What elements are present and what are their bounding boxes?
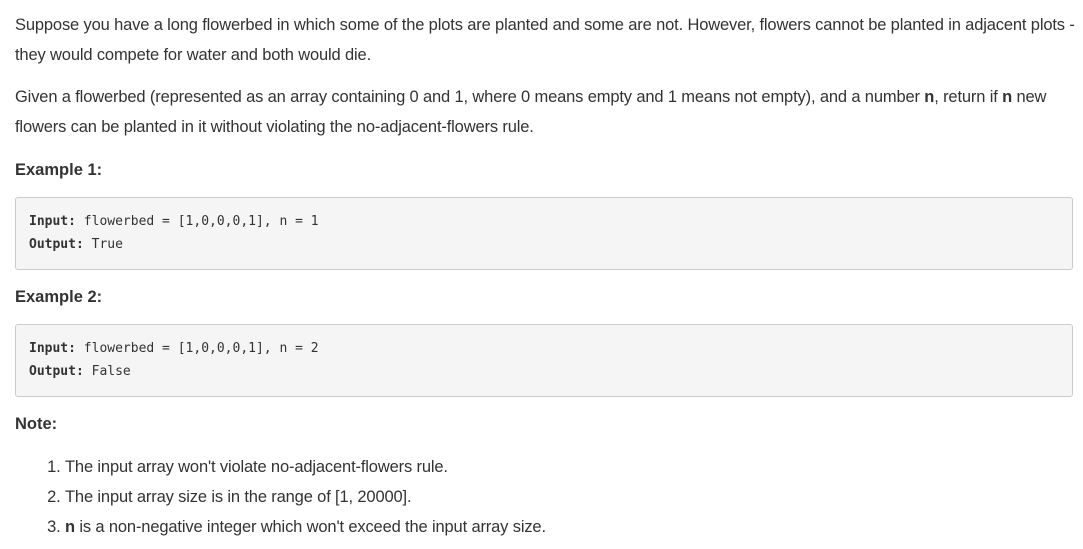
note-item: n is a non-negative integer which won't … — [65, 512, 546, 542]
example-1-input-line: Input: flowerbed = [1,0,0,0,1], n = 1 — [29, 213, 319, 231]
note-heading: Note: — [15, 415, 58, 433]
output-value: False — [83, 364, 131, 379]
note-item: The input array size is in the range of … — [65, 482, 546, 512]
output-value: True — [83, 237, 123, 252]
example-1-code-block: Input: flowerbed = [1,0,0,0,1], n = 1 Ou… — [15, 197, 1073, 270]
variable-n: n — [1002, 88, 1013, 106]
note-list: The input array won't violate no-adjacen… — [15, 452, 546, 542]
note-item: The input array won't violate no-adjacen… — [65, 452, 546, 482]
input-label: Input: — [29, 341, 76, 356]
example-2-input-line: Input: flowerbed = [1,0,0,0,1], n = 2 — [29, 340, 319, 358]
example-2-code-block: Input: flowerbed = [1,0,0,0,1], n = 2 Ou… — [15, 324, 1073, 397]
input-value: flowerbed = [1,0,0,0,1], n = 2 — [75, 341, 319, 356]
variable-n: n — [924, 88, 935, 106]
example-1-output-line: Output: True — [29, 236, 123, 254]
note-item-text: The input array won't violate no-adjacen… — [65, 458, 448, 476]
note-item-text: is a non-negative integer which won't ex… — [74, 518, 546, 536]
example-2-output-line: Output: False — [29, 363, 131, 381]
example-1-heading: Example 1: — [15, 161, 103, 179]
note-item-text: The input array size is in the range of … — [65, 488, 412, 506]
intro-paragraph-2: Given a flowerbed (represented as an arr… — [15, 82, 1075, 142]
intro-paragraph-1: Suppose you have a long flowerbed in whi… — [15, 16, 1075, 64]
intro-text-b: , return if — [934, 88, 1003, 106]
input-label: Input: — [29, 214, 76, 229]
example-2-heading: Example 2: — [15, 288, 103, 306]
variable-n: n — [65, 518, 75, 536]
output-label: Output: — [29, 364, 84, 379]
output-label: Output: — [29, 237, 84, 252]
input-value: flowerbed = [1,0,0,0,1], n = 1 — [75, 214, 319, 229]
intro-text-a: Given a flowerbed (represented as an arr… — [15, 88, 925, 106]
